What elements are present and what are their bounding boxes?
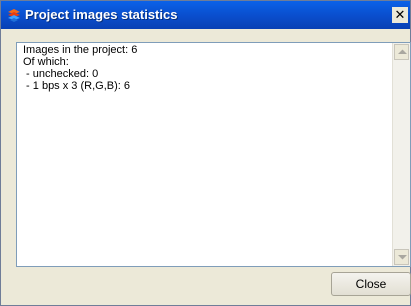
title-bar[interactable]: Project images statistics ✕ xyxy=(1,1,410,29)
scroll-down-arrow-icon xyxy=(398,255,407,260)
stat-line-of-which: Of which: xyxy=(23,56,69,68)
window-title: Project images statistics xyxy=(25,7,178,22)
dialog-client-area: Images in the project: 6 Of which: - unc… xyxy=(1,29,411,305)
stat-line-bps: - 1 bps x 3 (R,G,B): 6 xyxy=(23,80,130,92)
statistics-dialog: Project images statistics ✕ Images in th… xyxy=(0,0,411,306)
vertical-scrollbar[interactable] xyxy=(392,43,410,266)
scroll-down-button[interactable] xyxy=(394,249,409,265)
stat-line-unchecked: - unchecked: 0 xyxy=(23,68,99,80)
close-icon[interactable]: ✕ xyxy=(392,7,408,23)
stat-line-images-total: Images in the project: 6 xyxy=(23,44,138,56)
close-button[interactable]: Close xyxy=(331,272,411,296)
statistics-text-area[interactable]: Images in the project: 6 Of which: - unc… xyxy=(16,42,411,267)
scroll-up-button[interactable] xyxy=(394,44,409,60)
app-logo-icon xyxy=(6,8,22,23)
statistics-text: Images in the project: 6 Of which: - unc… xyxy=(23,44,137,92)
scroll-up-arrow-icon xyxy=(398,49,407,54)
